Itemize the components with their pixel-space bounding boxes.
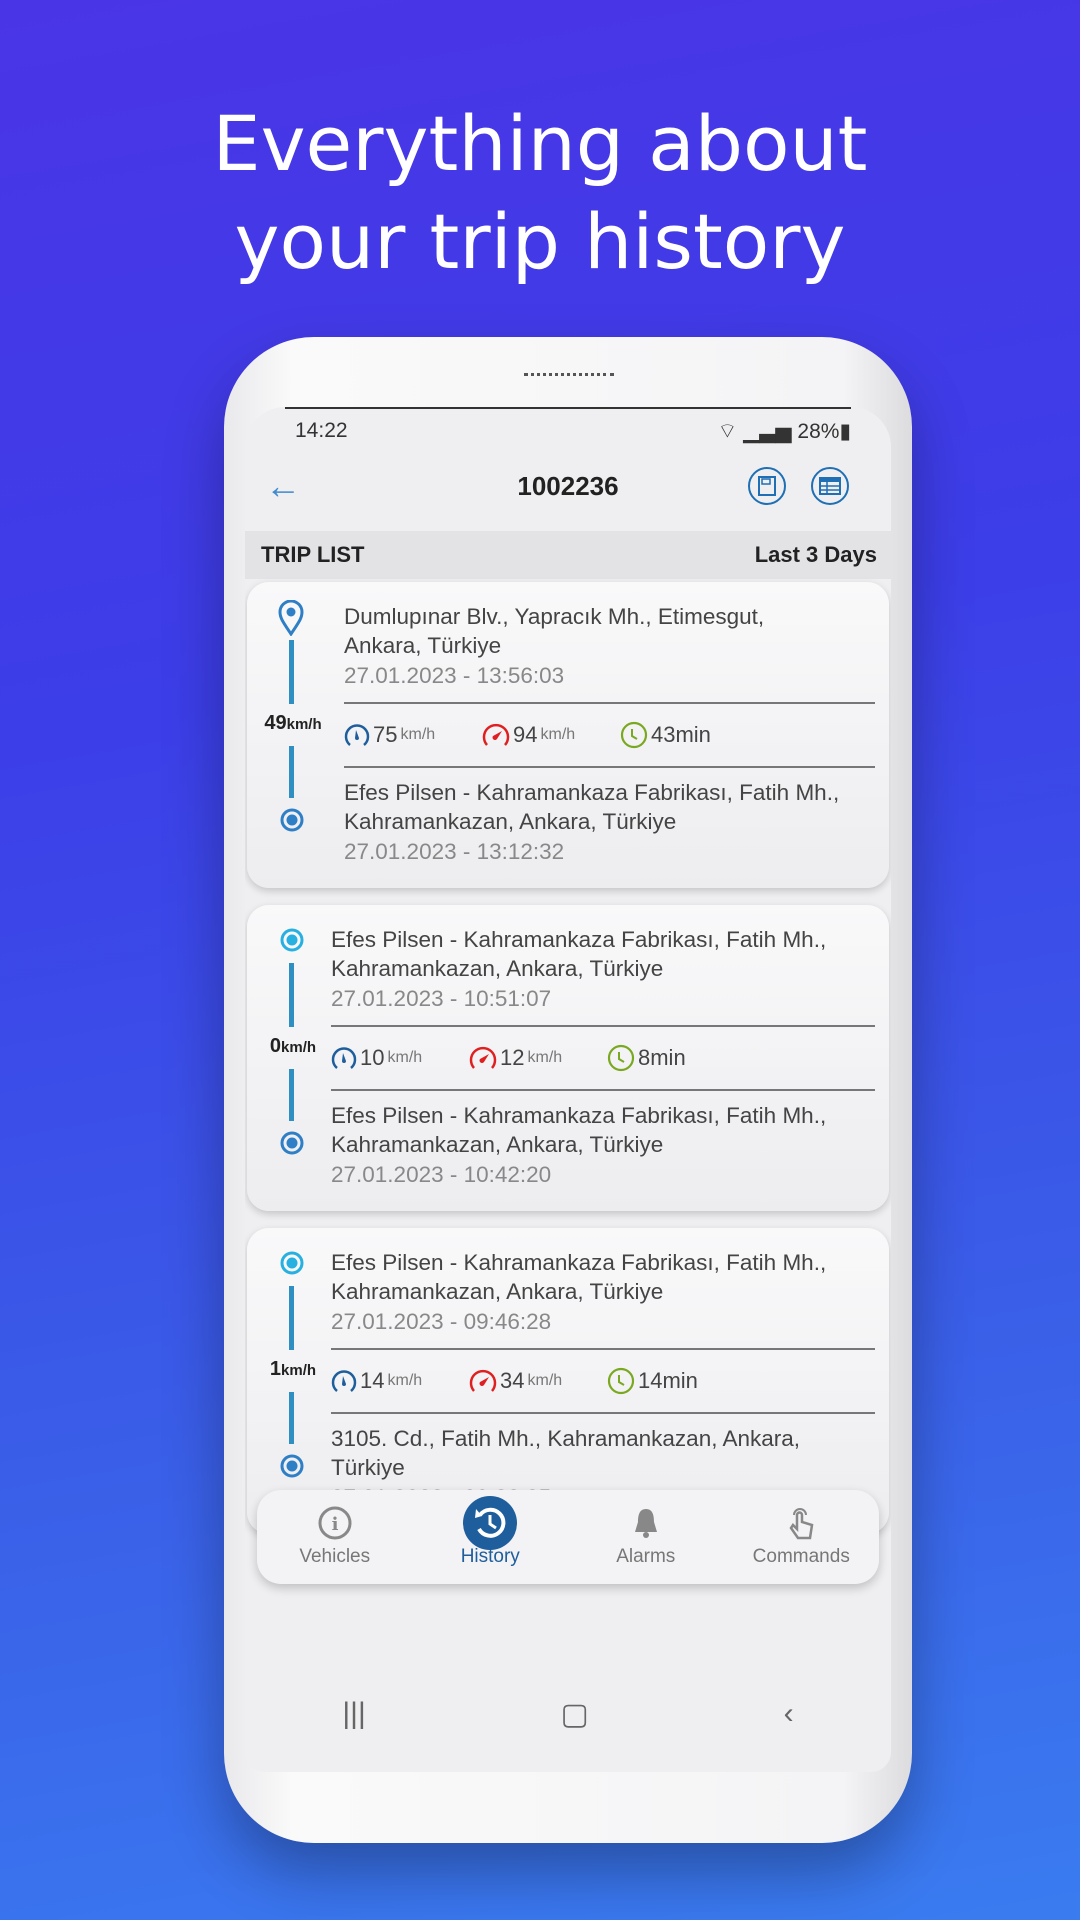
trip-stats: 14 km/h 34 km/h 14min	[331, 1348, 875, 1414]
timeline-line	[289, 640, 294, 704]
nav-label: Vehicles	[299, 1546, 371, 1567]
end-address: 3105. Cd., Fatih Mh., Kahramankazan, Ank…	[331, 1426, 801, 1480]
home-button[interactable]: ▢	[561, 1697, 589, 1732]
trip-speed: 1km/h	[269, 1358, 317, 1380]
screen-edge	[285, 407, 851, 409]
wifi-icon: ⌔	[717, 420, 738, 443]
signal-icon: ▁▃▅	[743, 420, 792, 443]
headline-line1: Everything about	[212, 99, 868, 188]
trip-card[interactable]: 0km/h Efes Pilsen - Kahramankaza Fabrika…	[247, 905, 889, 1211]
avg-speed: 75 km/h	[344, 722, 482, 748]
duration: 8min	[607, 1044, 745, 1072]
timeline-line	[289, 746, 294, 798]
end-dot-icon	[280, 1454, 304, 1478]
info-icon: i	[318, 1506, 352, 1540]
svg-text:i: i	[331, 1514, 338, 1535]
recents-button[interactable]: |||	[342, 1697, 365, 1732]
trip-timeline: 1km/h	[270, 1246, 316, 1516]
start-time: 27.01.2023 - 13:56:03	[344, 663, 565, 688]
bell-icon	[634, 1509, 657, 1538]
timeline-line	[289, 1286, 294, 1350]
headline: Everything about your trip history	[0, 95, 1080, 291]
battery-level: 28%	[797, 420, 840, 443]
trip-card[interactable]: 1km/h Efes Pilsen - Kahramankaza Fabrika…	[247, 1228, 889, 1534]
hand-pointer-icon	[789, 1508, 814, 1540]
timeline-line	[289, 963, 294, 1027]
history-icon	[463, 1496, 518, 1550]
trip-list-label: TRIP LIST	[261, 542, 365, 567]
trip-speed: 49km/h	[264, 712, 322, 734]
status-time: 14:22	[295, 419, 348, 442]
nav-label: Commands	[752, 1546, 850, 1567]
page-title: 1002236	[517, 471, 619, 501]
end-time: 27.01.2023 - 13:12:32	[344, 839, 565, 864]
max-speedometer-icon	[469, 1369, 497, 1392]
start-address: Efes Pilsen - Kahramankaza Fabrikası, Fa…	[331, 1250, 827, 1304]
clock-icon	[607, 1044, 635, 1072]
end-address: Efes Pilsen - Kahramankaza Fabrikası, Fa…	[344, 780, 840, 834]
end-time: 27.01.2023 - 10:42:20	[331, 1162, 552, 1187]
trip-stats: 75 km/h 94 km/h 43min	[344, 702, 875, 768]
start-dot-icon	[280, 928, 304, 952]
trip-speed: 0km/h	[269, 1035, 317, 1057]
nav-history[interactable]: History	[413, 1490, 569, 1584]
trip-stats: 10 km/h 12 km/h 8min	[331, 1025, 875, 1091]
date-range-filter[interactable]: Last 3 Days	[755, 542, 877, 568]
start-time: 27.01.2023 - 09:46:28	[331, 1309, 552, 1334]
system-back-button[interactable]: ‹	[784, 1697, 794, 1732]
table-view-button[interactable]	[811, 467, 849, 505]
map-pin-icon	[278, 600, 304, 636]
trip-card[interactable]: 49km/h Dumlupınar Blv., Yapracık Mh., Et…	[247, 582, 889, 888]
avg-speed: 10 km/h	[331, 1045, 469, 1071]
duration: 43min	[620, 721, 758, 749]
system-nav-bar: ||| ▢ ‹	[245, 1697, 891, 1732]
trip-timeline: 0km/h	[270, 923, 316, 1193]
timeline-line	[289, 1392, 294, 1444]
speedometer-icon	[344, 724, 370, 746]
duration: 14min	[607, 1367, 745, 1395]
table-icon	[819, 477, 841, 495]
max-speedometer-icon	[469, 1046, 497, 1069]
avg-speed: 14 km/h	[331, 1368, 469, 1394]
clock-icon	[620, 721, 648, 749]
start-address: Efes Pilsen - Kahramankaza Fabrikası, Fa…	[331, 927, 827, 981]
end-dot-icon	[280, 1131, 304, 1155]
start-time: 27.01.2023 - 10:51:07	[331, 986, 552, 1011]
trip-timeline: 49km/h	[264, 600, 322, 870]
end-address: Efes Pilsen - Kahramankaza Fabrikası, Fa…	[331, 1103, 827, 1157]
start-dot-icon	[280, 1251, 304, 1275]
nav-alarms[interactable]: Alarms	[568, 1490, 724, 1584]
bottom-nav: i Vehicles History Alarms Commands	[257, 1490, 879, 1584]
nav-commands[interactable]: Commands	[724, 1490, 880, 1584]
headline-line2: your trip history	[234, 197, 846, 286]
timeline-line	[289, 1069, 294, 1121]
max-speedometer-icon	[482, 723, 510, 746]
max-speed: 94 km/h	[482, 722, 620, 748]
start-address: Dumlupınar Blv., Yapracık Mh., Etimesgut…	[344, 604, 765, 658]
app-screen: 14:22 ⌔ ▁▃▅ 28%▮ ← 1002236 TRIP LIST Las…	[245, 407, 891, 1772]
end-dot-icon	[280, 808, 304, 832]
max-speed: 34 km/h	[469, 1368, 607, 1394]
phone-frame: 14:22 ⌔ ▁▃▅ 28%▮ ← 1002236 TRIP LIST Las…	[224, 337, 912, 1843]
nav-vehicles[interactable]: i Vehicles	[257, 1490, 413, 1584]
status-icons: ⌔ ▁▃▅ 28%▮	[718, 419, 851, 445]
nav-label: Alarms	[616, 1546, 676, 1567]
speedometer-icon	[331, 1047, 357, 1069]
status-bar: 14:22 ⌔ ▁▃▅ 28%▮	[295, 419, 851, 445]
battery-icon: ▮	[839, 420, 851, 443]
save-button[interactable]	[748, 467, 786, 505]
clock-icon	[607, 1367, 635, 1395]
save-icon	[758, 476, 776, 496]
nav-label: History	[460, 1546, 520, 1567]
speedometer-icon	[331, 1370, 357, 1392]
max-speed: 12 km/h	[469, 1045, 607, 1071]
speaker	[524, 373, 614, 377]
trip-list-header: TRIP LIST Last 3 Days	[245, 531, 891, 579]
app-header: ← 1002236	[245, 457, 891, 517]
